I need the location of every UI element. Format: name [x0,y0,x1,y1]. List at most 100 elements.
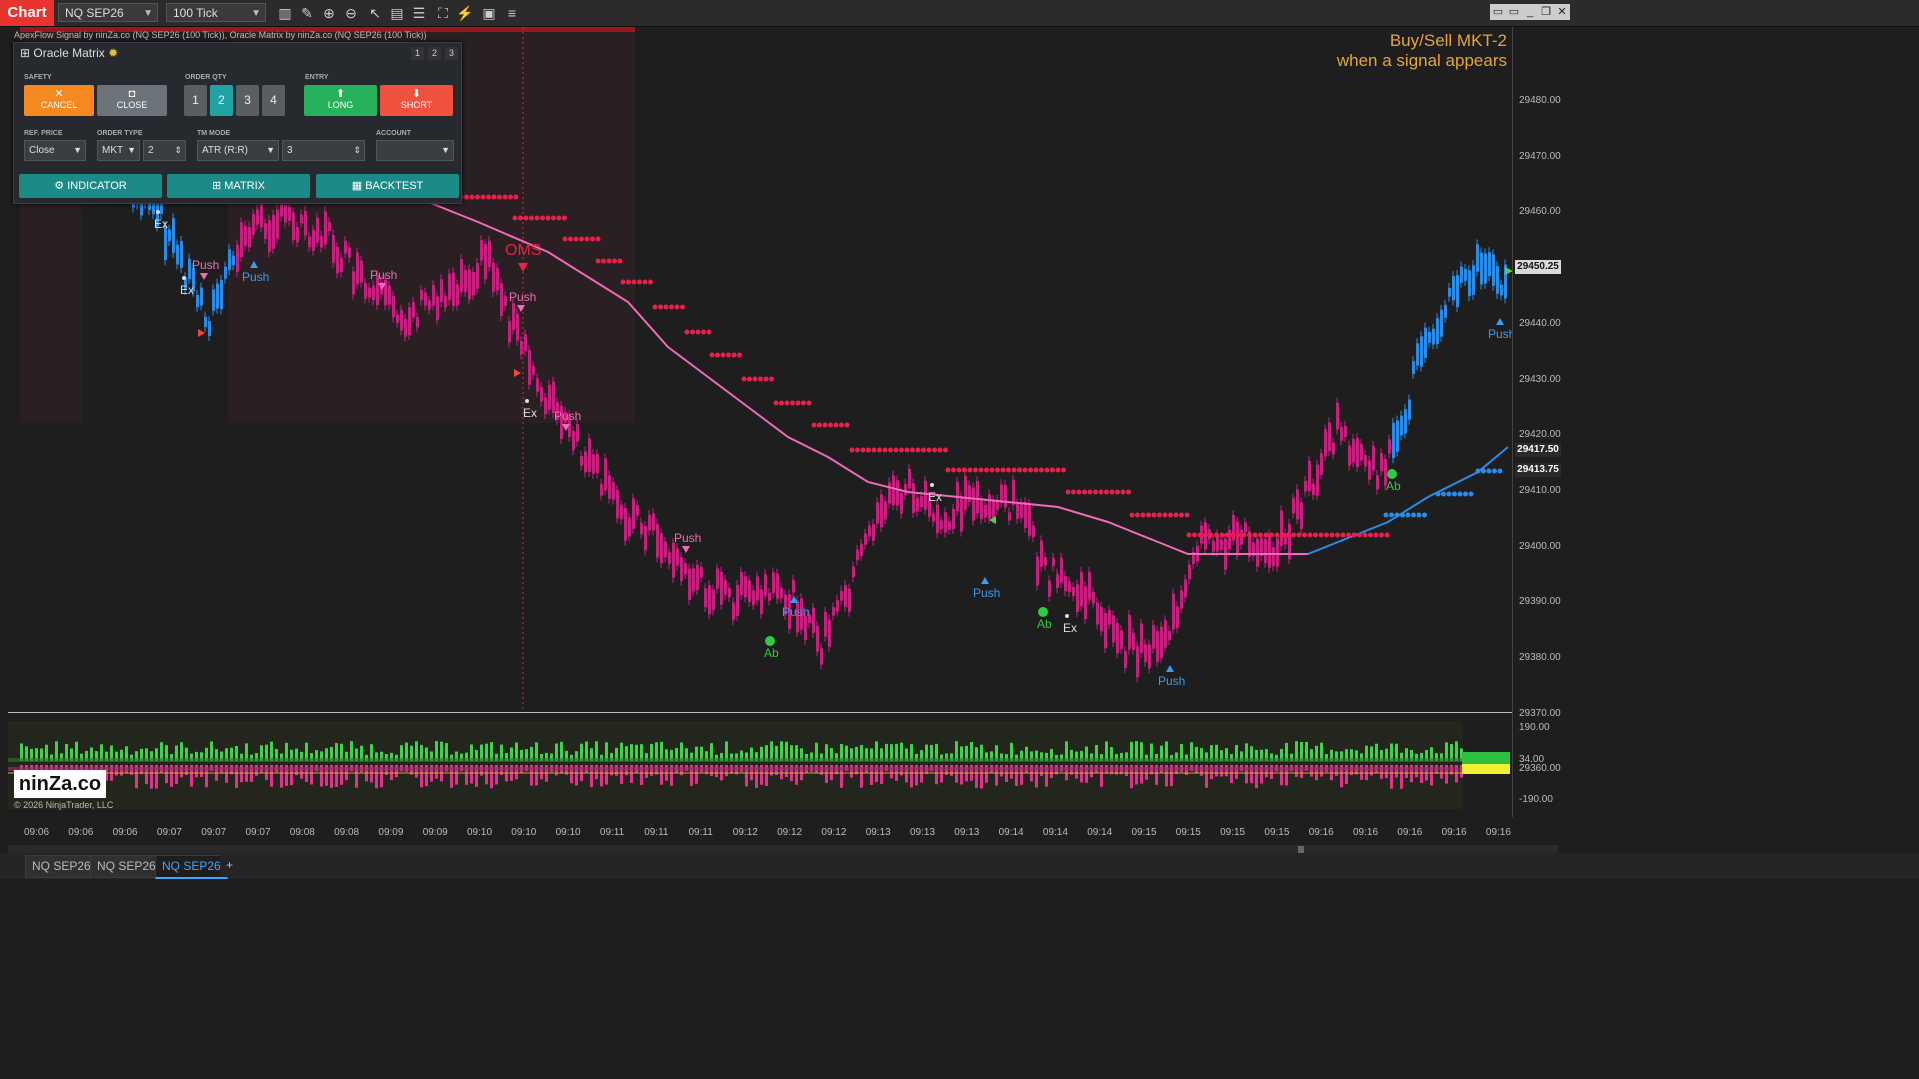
chart-tab[interactable]: Chart [0,0,54,26]
snapshot-icon[interactable]: ⛶ [434,4,452,22]
page-3-button[interactable]: 3 [445,47,458,60]
candle-body [364,282,367,299]
price-axis[interactable]: 29480.0029470.0029460.0029450.0029440.00… [1512,27,1563,817]
candle-body [348,247,351,258]
candle-body [764,573,767,596]
candle-body [1460,266,1463,283]
ref-price-value: Close [29,145,55,156]
candle-body [872,524,875,541]
chart-trader-icon[interactable]: ☰ [410,4,428,22]
qty-3-button[interactable]: 3 [236,85,259,116]
properties-icon[interactable]: ≡ [503,4,521,22]
qty-2-button[interactable]: 2 [210,85,233,116]
page-2-button[interactable]: 2 [428,47,441,60]
tm-mode-select[interactable]: ATR (R:R) ▼ [197,140,279,161]
time-tick: 09:13 [954,827,980,838]
stop-dot [529,215,534,221]
stop-dot [568,236,573,242]
stop-dot [658,304,663,310]
bars-type-icon[interactable]: ▥ [276,4,294,22]
stop-dot [513,194,519,200]
candle-body [988,494,991,519]
short-button[interactable]: ⬇ SHORT [380,85,453,116]
candle-body [372,285,375,301]
candle-body [1484,253,1487,284]
candle-body [300,214,303,223]
time-tick: 09:16 [1308,827,1334,838]
account-select[interactable]: ▼ [376,140,454,161]
stop-dot [769,376,774,382]
candle-body [428,300,431,310]
tab-nq-sep26-1[interactable]: NQ SEP26 [25,855,98,878]
candle-body [1188,564,1191,580]
zoom-out-icon[interactable]: ⊖ [342,4,360,22]
ratio-stepper[interactable]: 3 ⇕ [282,140,365,161]
minimize-icon[interactable]: _ [1522,4,1538,20]
candle-body [652,513,655,531]
page-1-button[interactable]: 1 [411,47,424,60]
pointer-icon[interactable]: ↖ [366,4,384,22]
qty-1-button[interactable]: 1 [184,85,207,116]
candle-body [712,589,715,611]
candle-body [704,588,707,607]
time-tick: 09:06 [68,827,94,838]
draw-tool-icon[interactable]: ✎ [298,4,316,22]
candle-body [1352,439,1355,463]
candle-body [1116,623,1119,654]
top-toolbar: Chart NQ SEP26 ▼ 100 Tick ▼ ▥ ✎ ⊕ ⊖ ↖ ▤ ☰ … [0,0,1919,27]
strategies-icon[interactable]: ⚡ [456,4,474,22]
matrix-button[interactable]: ⊞ MATRIX [167,174,310,198]
tile-icon[interactable]: ▭ [1490,4,1506,20]
stop-dot-bull [1422,512,1427,518]
offset-stepper[interactable]: 2 ⇕ [143,140,186,161]
indicator-button[interactable]: ⚙ INDICATOR [19,174,162,198]
stop-dot [652,304,658,310]
cancel-button[interactable]: ✕ CANCEL [24,85,94,116]
candle-body [588,438,591,472]
candle-body [1444,304,1447,318]
candle-body [1100,606,1103,632]
time-tick: 09:16 [1441,827,1467,838]
grid-icon: ⊞ [20,46,31,60]
signal-ex: Ex [523,406,537,420]
interval-select[interactable]: 100 Tick ▼ [166,3,266,22]
tile-alt-icon[interactable]: ▭ [1506,4,1522,20]
stop-dot [1157,512,1162,518]
close-button[interactable]: ◘ CLOSE [97,85,167,116]
stop-dot [1135,512,1140,518]
candle-body [236,244,239,272]
candle-body [228,249,231,271]
candle-body [968,485,971,502]
long-button[interactable]: ⬆ LONG [304,85,377,116]
restore-icon[interactable]: ❐ [1538,4,1554,20]
tab-nq-sep26-2[interactable]: NQ SEP26 [90,855,163,878]
osc-bar-down [1405,765,1408,778]
stop-dot [562,215,567,221]
candle-body [1324,429,1327,457]
stop-dot [475,194,480,200]
zoom-in-icon[interactable]: ⊕ [320,4,338,22]
candle-body [1360,444,1363,461]
qty-4-button[interactable]: 4 [262,85,285,116]
stop-dot-bull [1497,468,1503,474]
signal-push: Push [554,409,581,423]
candle-body [452,272,455,307]
backtest-button[interactable]: ▦ BACKTEST [316,174,459,198]
stop-dot [1065,489,1071,495]
stop-dot-bull [1446,491,1452,497]
candle-body [680,557,683,581]
offset-value: 2 [148,145,154,156]
time-tick: 09:10 [467,827,493,838]
instrument-select[interactable]: NQ SEP26 ▼ [58,3,158,22]
tab-nq-sep26-3[interactable]: NQ SEP26 [155,855,228,879]
add-tab-button[interactable]: + [220,855,240,876]
data-box-icon[interactable]: ▤ [388,4,406,22]
candle-body [636,505,639,516]
order-type-select[interactable]: MKT ▼ [97,140,140,161]
time-axis[interactable]: 09:06 09:06 09:06 09:07 09:07 09:07 09:08 09:08… [8,817,1512,847]
close-icon[interactable]: ✕ [1554,4,1570,20]
ref-price-select[interactable]: Close ▼ [24,140,86,161]
indicator-label: ApexFlow Signal by ninZa.co (NQ SEP26 (1… [14,30,427,40]
templates-icon[interactable]: ▣ [480,4,498,22]
candle-body [1320,453,1323,475]
